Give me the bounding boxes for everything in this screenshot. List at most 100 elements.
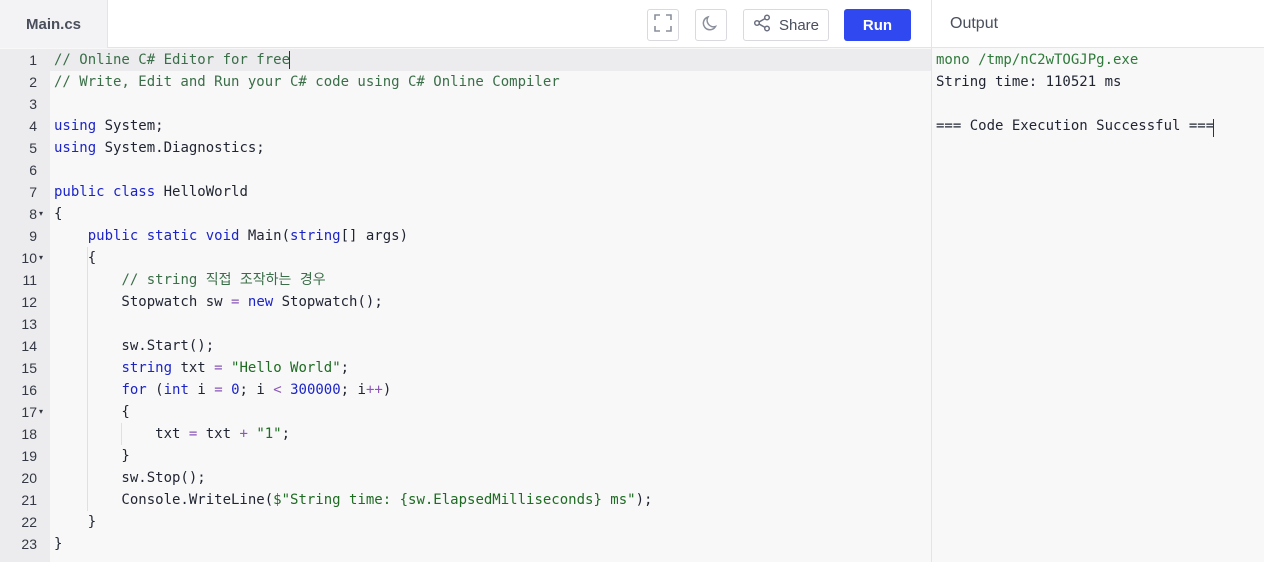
code-token-op: ++ [365,382,383,398]
code-token-op: + [239,426,248,442]
code-token-comment: // Online C# Editor for free [54,52,291,68]
line-number: 23 [21,536,37,552]
line-number: 3 [29,96,37,112]
fold-toggle-icon[interactable]: ▾ [39,203,43,225]
code-text: // Write, Edit and Run your C# code usin… [54,71,560,93]
line-number: 17 [21,404,37,420]
line-number: 2 [29,74,37,90]
output-line: String time: 110521 ms [936,74,1122,90]
code-token-plain: ; i [340,382,366,398]
code-line[interactable]: 16 for (int i = 0; i < 300000; i++) [0,379,931,401]
code-line[interactable]: 22 } [0,511,931,533]
code-line[interactable]: 13 [0,313,931,335]
code-text: } [54,445,130,467]
code-token-plain: ) [382,382,392,398]
code-line[interactable]: 20 sw.Stop(); [0,467,931,489]
code-token-keyword: int [163,382,189,398]
code-token-plain: [] args) [340,228,409,244]
line-number: 15 [21,360,37,376]
line-number: 13 [21,316,37,332]
code-line[interactable]: 5 using System.Diagnostics; [0,137,931,159]
line-number: 16 [21,382,37,398]
code-token-plain: Stopwatch sw [54,294,232,310]
code-text: } [54,533,62,555]
line-number: 8 [29,206,37,222]
fold-toggle-icon[interactable]: ▾ [39,401,43,423]
code-token-comment: // Write, Edit and Run your C# code usin… [54,74,560,90]
code-text: sw.Stop(); [54,467,206,489]
code-token-op: = [214,382,223,398]
code-token-plain: ; i [239,382,274,398]
output-command-line: mono /tmp/nC2wTOGJPg.exe [936,52,1139,68]
code-text: using System; [54,115,164,137]
code-line[interactable]: 3 [0,93,931,115]
code-line[interactable]: 18 txt = txt + "1"; [0,423,931,445]
code-token-keyword: public static void [87,228,240,244]
code-text: { [54,401,129,423]
line-number: 12 [21,294,37,310]
code-line[interactable]: 9 public static void Main(string[] args) [0,225,931,247]
code-text: sw.Start(); [54,335,214,357]
code-token-plain: Stopwatch(); [273,294,383,310]
line-number: 20 [21,470,37,486]
run-button[interactable]: Run [844,9,911,41]
code-text: public class HelloWorld [54,181,248,203]
code-line[interactable]: 2 // Write, Edit and Run your C# code usi… [0,71,931,93]
line-number: 6 [29,162,37,178]
code-line[interactable]: 12 Stopwatch sw = new Stopwatch(); [0,291,931,313]
line-number: 18 [21,426,37,442]
code-editor[interactable]: 1 // Online C# Editor for free 2 // Write, … [0,49,931,562]
code-text: } [54,511,96,533]
code-line[interactable]: 23} [0,533,931,555]
code-token-keyword: string [121,360,173,376]
code-token-plain: System.Diagnostics; [96,140,265,156]
theme-toggle-button[interactable] [695,9,727,41]
code-line[interactable]: 8 ▾ { [0,203,931,225]
code-line[interactable]: 11 // string 직접 조작하는 경우 [0,269,931,291]
code-text: { [54,247,96,269]
line-number: 19 [21,448,37,464]
line-number: 5 [29,140,37,156]
code-line[interactable]: 4 using System; [0,115,931,137]
code-line[interactable]: 6 [0,159,931,181]
code-text: using System.Diagnostics; [54,137,265,159]
code-token-op: < [273,382,282,398]
fold-toggle-icon[interactable]: ▾ [39,247,43,269]
code-line[interactable]: 21 Console.WriteLine($"String time: {sw.… [0,489,931,511]
code-token-number: 0 [231,382,240,398]
code-line[interactable]: 14 sw.Start(); [0,335,931,357]
code-line[interactable]: 7 public class HelloWorld [0,181,931,203]
line-number: 4 [29,118,37,134]
file-tab-main-cs[interactable]: Main.cs [0,0,108,48]
output-cursor [1213,119,1214,137]
code-line[interactable]: 17 ▾ { [0,401,931,423]
code-token-plain: sw.Stop(); [54,470,206,486]
line-number: 7 [29,184,37,200]
code-text: txt = txt + "1"; [54,423,290,445]
line-number: 14 [21,338,37,354]
code-token-keyword: using [54,140,97,156]
code-line[interactable]: 10 ▾ { [0,247,931,269]
code-token-keyword: using [54,118,97,134]
code-line[interactable]: 19 } [0,445,931,467]
code-token-keyword: string [290,228,341,244]
code-token-plain: HelloWorld [155,184,248,200]
output-panel: mono /tmp/nC2wTOGJPg.exe String time: 110… [932,49,1264,562]
indent-guide [121,423,122,445]
code-token-plain: ( [146,382,164,398]
code-line[interactable]: 15 string txt = "Hello World"; [0,357,931,379]
share-icon [753,14,771,36]
code-token-plain: } [54,448,130,464]
code-line[interactable]: 1 // Online C# Editor for free [0,49,931,71]
code-text: // Online C# Editor for free [54,49,290,71]
fullscreen-button[interactable] [647,9,679,41]
share-button[interactable]: Share [743,9,829,41]
code-token-plain: } [54,514,97,530]
code-token-plain: ; [281,426,291,442]
line-number: 21 [21,492,37,508]
code-token-string: "Hello World" [231,360,341,376]
